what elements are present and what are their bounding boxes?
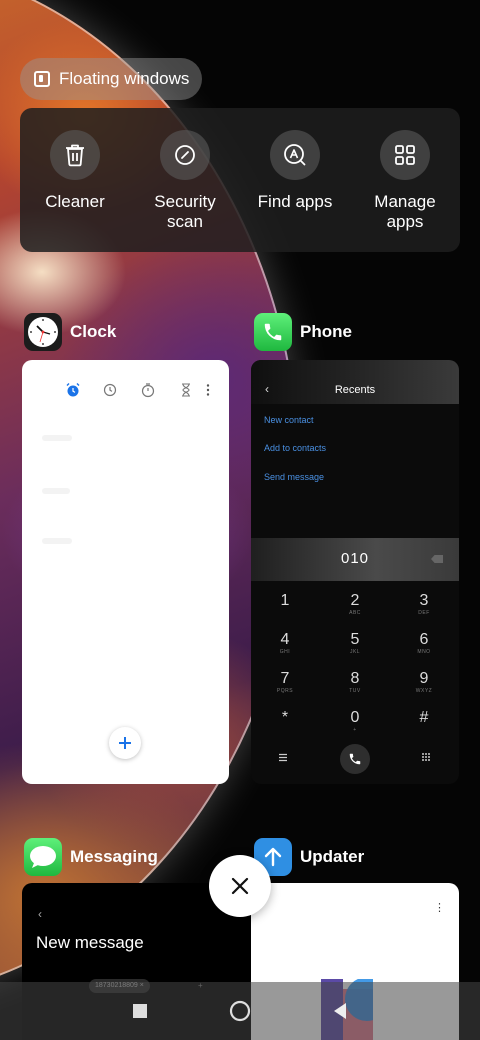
- updater-app-label: Updater: [300, 847, 365, 866]
- key-letters: TUV: [349, 688, 361, 694]
- messaging-app-title[interactable]: Messaging: [24, 838, 158, 876]
- triangle-back-icon: [334, 1003, 346, 1019]
- plus-icon: [119, 737, 131, 749]
- floating-windows-button[interactable]: Floating windows: [20, 58, 202, 100]
- more-options-icon[interactable]: ⋮: [434, 901, 445, 914]
- key-letters: JKL: [349, 649, 361, 655]
- security-scan-button[interactable]: Security scan: [130, 130, 240, 232]
- alarm-placeholder: [42, 488, 70, 494]
- cleaner-label: Cleaner: [45, 192, 105, 211]
- key-letters: WXYZ: [415, 688, 433, 694]
- grid-icon: [380, 130, 430, 180]
- key-letters: DEF: [418, 610, 430, 616]
- manage-apps-label: Manage apps: [374, 192, 436, 231]
- dialpad-icon[interactable]: [421, 752, 431, 762]
- key-letters: GHI: [279, 649, 291, 655]
- add-alarm-button[interactable]: [109, 727, 141, 759]
- dial-key-4[interactable]: 4 GHI: [265, 631, 305, 656]
- dial-key-star[interactable]: *: [265, 709, 305, 727]
- messaging-app-icon: [24, 838, 62, 876]
- clock-app-card[interactable]: [22, 360, 229, 784]
- recents-button[interactable]: [110, 982, 170, 1040]
- security-scan-label: Security scan: [154, 192, 216, 231]
- key-letters: MNO: [417, 649, 431, 655]
- clock-app-icon: [24, 313, 62, 351]
- clock-app-label: Clock: [70, 322, 117, 341]
- dialed-number: 010: [340, 550, 370, 567]
- key-letters: +: [353, 727, 357, 733]
- new-contact-link[interactable]: New contact: [264, 415, 314, 425]
- navigation-bar: [0, 982, 480, 1040]
- key-letters: ABC: [349, 610, 361, 616]
- floating-window-icon: [34, 71, 50, 87]
- square-icon: [133, 1004, 147, 1018]
- phone-app-icon: [254, 313, 292, 351]
- close-icon: [231, 877, 249, 895]
- dial-key-9[interactable]: 9 WXYZ: [404, 670, 444, 695]
- floating-windows-label: Floating windows: [59, 69, 190, 88]
- dial-key-5[interactable]: 5 JKL: [335, 631, 375, 656]
- key-number: 5: [350, 631, 360, 648]
- dial-key-hash[interactable]: #: [404, 709, 444, 727]
- home-button[interactable]: [210, 982, 270, 1040]
- phone-app-card[interactable]: ‹ Recents New contact Add to contacts Se…: [251, 360, 459, 784]
- dial-key-8[interactable]: 8 TUV: [335, 670, 375, 695]
- send-message-link[interactable]: Send message: [264, 472, 324, 482]
- key-number: 4: [280, 631, 290, 648]
- key-number: 1: [280, 592, 290, 609]
- timer-tab-icon[interactable]: [178, 382, 194, 398]
- dial-key-1[interactable]: 1: [265, 592, 305, 610]
- back-button[interactable]: [310, 982, 370, 1040]
- key-number: 3: [419, 592, 429, 609]
- security-scan-icon: [160, 130, 210, 180]
- dial-key-2[interactable]: 2 ABC: [335, 592, 375, 617]
- key-number: 0: [350, 709, 360, 726]
- find-apps-icon: [270, 130, 320, 180]
- key-letters: PQRS: [276, 688, 294, 694]
- dial-key-3[interactable]: 3 DEF: [404, 592, 444, 617]
- phone-call-icon: [349, 753, 361, 765]
- quick-actions-panel: Cleaner Security scan Find apps Manage a…: [20, 108, 460, 252]
- messaging-screen-title: New message: [36, 933, 144, 952]
- trash-icon: [50, 130, 100, 180]
- dial-key-0[interactable]: 0 +: [335, 709, 375, 734]
- key-number: #: [419, 709, 429, 726]
- menu-icon[interactable]: [278, 753, 288, 762]
- clock-tab-bar: [22, 382, 229, 402]
- circle-icon: [229, 1000, 251, 1022]
- close-all-button[interactable]: [209, 855, 271, 917]
- phone-app-label: Phone: [300, 322, 352, 341]
- add-to-contacts-link[interactable]: Add to contacts: [264, 443, 326, 453]
- alarm-placeholder: [42, 538, 72, 544]
- key-number: 7: [280, 670, 290, 687]
- updater-app-title[interactable]: Updater: [254, 838, 364, 876]
- key-number: 6: [419, 631, 429, 648]
- find-apps-label: Find apps: [257, 192, 333, 211]
- alarm-tab-icon[interactable]: [65, 382, 81, 398]
- manage-apps-button[interactable]: Manage apps: [350, 130, 460, 232]
- more-options-icon[interactable]: [200, 382, 216, 398]
- call-button[interactable]: [340, 744, 370, 774]
- messaging-app-label: Messaging: [70, 847, 158, 866]
- stopwatch-tab-icon[interactable]: [140, 382, 156, 398]
- alarm-placeholder: [42, 435, 72, 441]
- phone-screen-title: Recents: [334, 384, 376, 396]
- dial-key-6[interactable]: 6 MNO: [404, 631, 444, 656]
- back-arrow-icon[interactable]: ‹: [38, 907, 42, 921]
- phone-app-title[interactable]: Phone: [254, 313, 352, 351]
- dialer-display: 010: [251, 538, 459, 581]
- key-number: 8: [350, 670, 360, 687]
- dial-key-7[interactable]: 7 PQRS: [265, 670, 305, 695]
- key-number: *: [281, 709, 289, 726]
- clock-tab-icon[interactable]: [102, 382, 118, 398]
- find-apps-button[interactable]: Find apps: [240, 130, 350, 212]
- key-number: 9: [419, 670, 429, 687]
- clock-app-title[interactable]: Clock: [24, 313, 116, 351]
- phone-header: ‹ Recents: [251, 360, 459, 404]
- cleaner-button[interactable]: Cleaner: [20, 130, 130, 212]
- key-number: 2: [350, 592, 360, 609]
